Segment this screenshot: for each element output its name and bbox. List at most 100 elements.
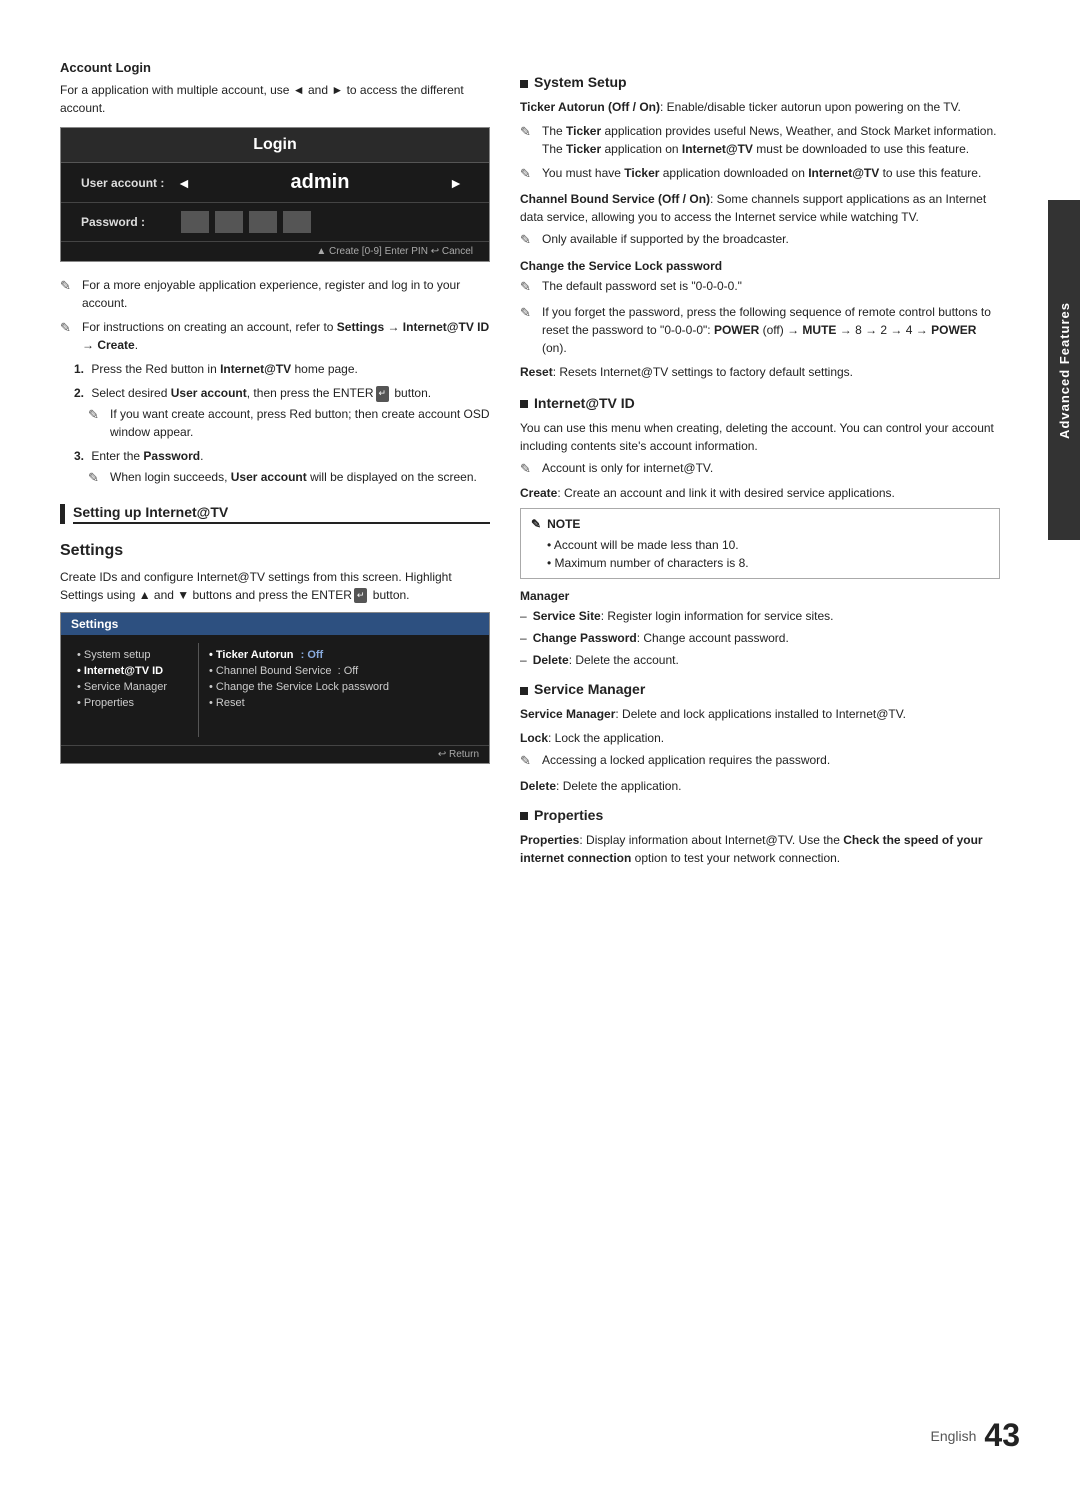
manager-heading: Manager xyxy=(520,589,1000,603)
note-item-2: ✎ For instructions on creating an accoun… xyxy=(60,318,490,354)
properties-heading-bar: Properties xyxy=(520,807,1000,823)
lock-note: ✎ Accessing a locked application require… xyxy=(520,751,1000,771)
lock-note-text: Accessing a locked application requires … xyxy=(542,751,1000,769)
settings-right-item-1: • Ticker Autorun : Off xyxy=(209,647,471,663)
step-2-note: ✎ If you want create account, press Red … xyxy=(88,405,490,441)
service-manager-body: Service Manager: Delete and lock applica… xyxy=(520,705,1000,723)
bullet-square-icon-4 xyxy=(520,812,528,820)
step-3-num: 3. xyxy=(74,449,84,463)
manager-item-1: – Service Site: Register login informati… xyxy=(520,607,1000,625)
login-footer: ▲ Create [0-9] Enter PIN ↩ Cancel xyxy=(61,241,489,261)
setting-up-divider: Setting up Internet@TV xyxy=(60,504,490,524)
numbered-steps: 1. Press the Red button in Internet@TV h… xyxy=(74,360,490,488)
settings-right-item-2: • Channel Bound Service : Off xyxy=(209,663,471,679)
pencil-icon-5: ✎ xyxy=(520,122,538,142)
language-label: English xyxy=(930,1428,976,1444)
user-account-value: admin xyxy=(197,171,443,194)
properties-body: Properties: Display information about In… xyxy=(520,831,1000,867)
side-tab: Advanced Features xyxy=(1048,200,1080,540)
internet-tv-id-body: You can use this menu when creating, del… xyxy=(520,419,1000,455)
bullet-square-icon-2 xyxy=(520,400,528,408)
change-password-note-text-1: The default password set is "0-0-0-0." xyxy=(542,277,1000,295)
left-column: Account Login For a application with mul… xyxy=(60,60,490,867)
settings-right-panel: • Ticker Autorun : Off • Channel Bound S… xyxy=(199,643,481,737)
step-1-num: 1. xyxy=(74,362,84,376)
settings-left-panel: • System setup • Internet@TV ID • Servic… xyxy=(69,643,199,737)
right-arrow-icon: ► xyxy=(449,175,463,191)
change-password-note-text-2: If you forget the password, press the fo… xyxy=(542,303,1000,357)
bullet-square-icon xyxy=(520,80,528,88)
page-container: Advanced Features Account Login For a ap… xyxy=(0,0,1080,1494)
password-row: Password : xyxy=(61,203,489,241)
system-setup-heading-bar: System Setup xyxy=(520,74,1000,90)
manager-item-3: – Delete: Delete the account. xyxy=(520,651,1000,669)
enter-icon-2: ↵ xyxy=(354,588,368,604)
settings-heading: Settings xyxy=(60,542,490,560)
properties-title: Properties xyxy=(534,807,603,823)
internet-tv-id-note-text: Account is only for internet@TV. xyxy=(542,459,1000,477)
settings-right-item-3: • Change the Service Lock password xyxy=(209,679,471,695)
content-area: Account Login For a application with mul… xyxy=(60,60,1020,867)
channel-bound-heading: Channel Bound Service (Off / On): Some c… xyxy=(520,190,1000,226)
change-password-note-2: ✎ If you forget the password, press the … xyxy=(520,303,1000,357)
setting-up-title: Setting up Internet@TV xyxy=(73,504,490,524)
user-account-row: User account : ◄ admin ► xyxy=(61,163,489,203)
password-dot-3 xyxy=(249,211,277,233)
dash-icon-1: – xyxy=(520,607,527,625)
manager-item-2: – Change Password: Change account passwo… xyxy=(520,629,1000,647)
side-tab-label: Advanced Features xyxy=(1057,302,1072,439)
settings-left-item-3: • Service Manager xyxy=(77,679,190,695)
divider-bar xyxy=(60,504,65,524)
left-arrow-icon: ◄ xyxy=(177,175,191,191)
ticker-autorun-heading: Ticker Autorun (Off / On): Enable/disabl… xyxy=(520,98,1000,116)
settings-right-item-4: • Reset xyxy=(209,695,471,711)
ticker-note-2: ✎ You must have Ticker application downl… xyxy=(520,164,1000,184)
settings-intro: Create IDs and configure Internet@TV set… xyxy=(60,568,490,604)
dash-icon-2: – xyxy=(520,629,527,647)
note-box-item-1: • Account will be made less than 10. xyxy=(547,536,989,554)
password-dots xyxy=(181,211,311,233)
service-manager-heading-bar: Service Manager xyxy=(520,681,1000,697)
ticker-note-text-2: You must have Ticker application downloa… xyxy=(542,164,1000,182)
note-item-1: ✎ For a more enjoyable application exper… xyxy=(60,276,490,312)
dash-icon-3: – xyxy=(520,651,527,669)
password-dot-4 xyxy=(283,211,311,233)
delete-heading: Delete: Delete the application. xyxy=(520,777,1000,795)
change-password-heading: Change the Service Lock password xyxy=(520,259,1000,273)
channel-bound-note: ✎ Only available if supported by the bro… xyxy=(520,230,1000,250)
pencil-icon-4: ✎ xyxy=(88,468,106,488)
enter-icon-1: ↵ xyxy=(376,386,390,402)
internet-tv-id-title: Internet@TV ID xyxy=(534,395,635,411)
change-password-note-1: ✎ The default password set is "0-0-0-0." xyxy=(520,277,1000,297)
page-footer: English 43 xyxy=(930,1417,1020,1454)
pencil-icon-6: ✎ xyxy=(520,164,538,184)
pencil-icon-2: ✎ xyxy=(60,318,78,338)
pencil-icon-8: ✎ xyxy=(520,277,538,297)
login-ui-box: Login User account : ◄ admin ► Password … xyxy=(60,127,490,262)
settings-box-title: Settings xyxy=(61,613,489,635)
step-1: 1. Press the Red button in Internet@TV h… xyxy=(74,360,490,378)
note-text-2: For instructions on creating an account,… xyxy=(82,318,490,354)
note-box-title: ✎ NOTE xyxy=(531,515,989,534)
step-2: 2. Select desired User account, then pre… xyxy=(74,384,490,441)
ticker-note-1: ✎ The Ticker application provides useful… xyxy=(520,122,1000,158)
settings-left-item-1: • System setup xyxy=(77,647,190,663)
pencil-icon-10: ✎ xyxy=(520,459,538,479)
password-dot-2 xyxy=(215,211,243,233)
account-login-body: For a application with multiple account,… xyxy=(60,81,490,117)
channel-bound-note-text: Only available if supported by the broad… xyxy=(542,230,1000,248)
service-manager-title: Service Manager xyxy=(534,681,645,697)
note-box: ✎ NOTE • Account will be made less than … xyxy=(520,508,1000,579)
create-heading: Create: Create an account and link it wi… xyxy=(520,484,1000,502)
pencil-icon-1: ✎ xyxy=(60,276,78,296)
settings-box-content: • System setup • Internet@TV ID • Servic… xyxy=(61,635,489,745)
account-login-title: Account Login xyxy=(60,60,490,75)
lock-heading: Lock: Lock the application. xyxy=(520,729,1000,747)
pencil-icon-12: ✎ xyxy=(520,751,538,771)
pencil-icon-3: ✎ xyxy=(88,405,106,425)
note-text-1: For a more enjoyable application experie… xyxy=(82,276,490,312)
step-3: 3. Enter the Password. ✎ When login succ… xyxy=(74,447,490,488)
settings-ui-box: Settings • System setup • Internet@TV ID… xyxy=(60,612,490,764)
pencil-icon-7: ✎ xyxy=(520,230,538,250)
page-number: 43 xyxy=(984,1417,1020,1454)
